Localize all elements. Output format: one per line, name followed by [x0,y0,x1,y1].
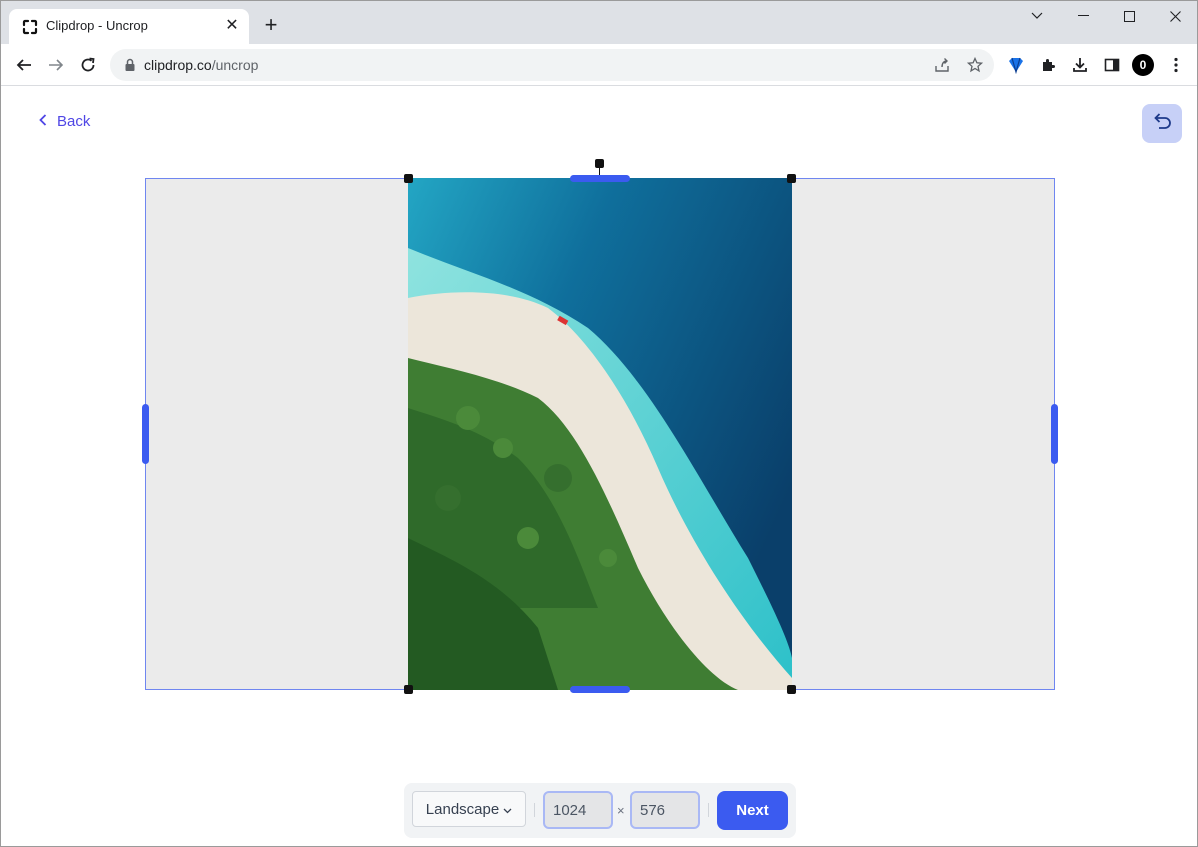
width-input[interactable] [543,791,613,829]
height-input[interactable] [630,791,700,829]
window-close-icon[interactable] [1155,5,1195,27]
undo-button[interactable] [1142,104,1182,143]
minimize-icon[interactable] [1063,5,1103,27]
sidepanel-icon[interactable] [1099,52,1125,78]
corner-handle-bottom-left[interactable] [404,685,413,694]
reload-icon[interactable] [75,52,101,78]
new-tab-button[interactable]: + [260,14,282,37]
tab-clipdrop[interactable]: Clipdrop - Uncrop ✕ [9,9,249,44]
corner-handle-top-left[interactable] [404,174,413,183]
resize-handle-left[interactable] [142,404,149,464]
preset-label: Landscape [425,800,500,818]
browser-window: Clipdrop - Uncrop ✕ + clipdrop.co/uncrop… [0,0,1198,847]
next-button[interactable]: Next [717,791,788,830]
back-link[interactable]: Back [39,113,90,130]
tab-strip: Clipdrop - Uncrop ✕ + [1,1,1197,44]
share-icon[interactable] [932,55,952,75]
extension-diamond-icon[interactable] [1003,52,1029,78]
star-icon[interactable] [965,55,985,75]
browser-toolbar: clipdrop.co/uncrop 0 [1,44,1197,86]
puzzle-icon[interactable] [1035,52,1061,78]
back-arrow-icon[interactable] [11,52,37,78]
divider [534,803,535,817]
tab-search-icon[interactable] [1017,5,1057,27]
tab-close-icon[interactable]: ✕ [223,17,241,35]
rotate-handle[interactable] [595,159,604,168]
source-image [408,178,792,690]
lock-icon[interactable] [122,57,138,73]
clipdrop-icon [22,19,38,35]
url-text: clipdrop.co/uncrop [144,57,259,73]
resize-handle-bottom[interactable] [570,686,630,693]
forward-arrow-icon[interactable] [43,52,69,78]
tab-title: Clipdrop - Uncrop [46,18,148,33]
page-content: Back Landscape 1024 × 576 Next [1,87,1197,846]
undo-icon [1151,110,1173,137]
maximize-icon[interactable] [1109,5,1149,27]
chevron-down-icon [503,801,512,818]
corner-handle-bottom-right[interactable] [787,685,796,694]
kebab-menu-icon[interactable] [1163,52,1189,78]
resize-handle-right[interactable] [1051,404,1058,464]
back-label: Back [57,113,91,130]
resize-handle-top[interactable] [570,175,630,182]
chevron-left-icon [39,113,47,130]
divider [708,803,709,817]
times-symbol: × [617,803,625,818]
aspect-preset-dropdown[interactable]: Landscape [412,791,526,827]
address-bar[interactable]: clipdrop.co/uncrop [110,49,994,81]
profile-avatar[interactable]: 0 [1132,54,1154,76]
corner-handle-top-right[interactable] [787,174,796,183]
download-icon[interactable] [1067,52,1093,78]
uncrop-controls: Landscape × Next [404,783,796,838]
